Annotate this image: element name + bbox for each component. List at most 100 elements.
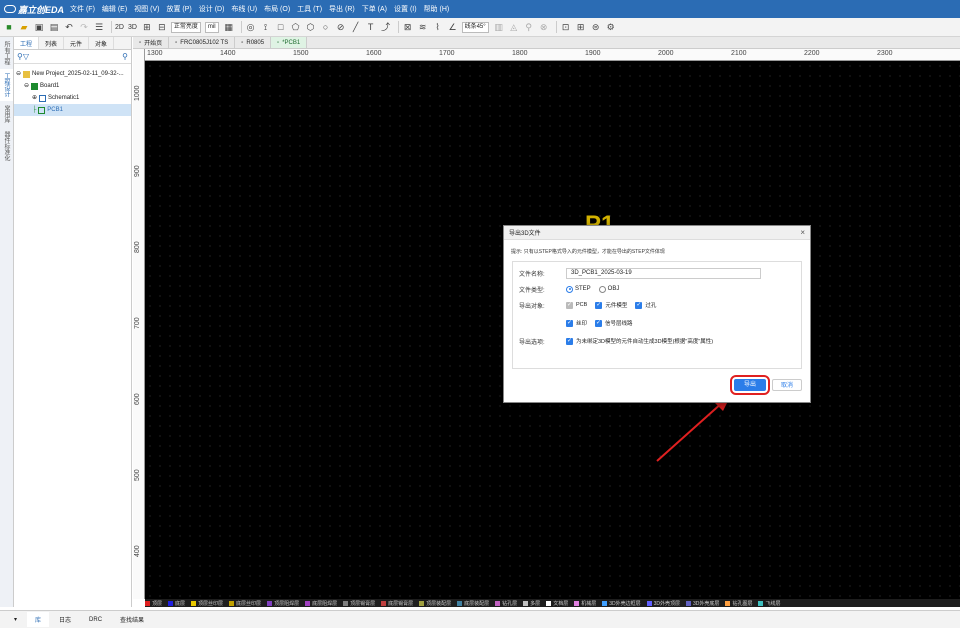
layer-item[interactable]: 底层 [168,600,185,607]
layer-item[interactable]: 底层丝印层 [229,600,261,607]
export-icon[interactable]: ⊞ [575,21,587,33]
panel-tab[interactable]: 列表 [39,37,65,49]
copper-icon[interactable]: ◬ [508,21,520,33]
snap-icon[interactable]: ▦ [223,21,235,33]
menu-item[interactable]: 编辑 (E) [102,4,127,14]
layer-item[interactable]: 3D外壳边框层 [602,600,641,607]
rect-icon[interactable]: □ [275,21,287,33]
angle-icon[interactable]: ∠ [447,21,459,33]
bottom-tab-find-results[interactable]: 查找结果 [112,612,152,627]
target-icon[interactable]: ◎ [245,21,257,33]
unit-select[interactable]: mil [204,21,219,33]
filename-input[interactable]: 3D_PCB1_2025-03-19 [566,267,761,279]
circle-icon[interactable]: ○ [320,21,332,33]
layer-item[interactable]: 顶层装配层 [419,600,451,607]
panel-tab[interactable]: 元件 [64,37,90,49]
tree-node-board[interactable]: ⊖ Board1 [14,80,131,92]
doc-tab[interactable]: ▫ FRC0805J102 TS [169,37,236,48]
doc-tab[interactable]: ▫ R0805 [235,37,272,48]
dimension-icon[interactable]: ⊠ [402,21,414,33]
angle-select[interactable]: 线条45° [461,21,489,33]
cancel-button[interactable]: 取消 [772,379,802,391]
menu-item[interactable]: 放置 (P) [166,4,191,14]
layer-item[interactable]: 钻孔层 [495,600,517,607]
filetype-obj-radio[interactable]: OBJ [598,285,619,293]
line-icon[interactable]: ╱ [350,21,362,33]
layer-item[interactable]: 飞线层 [758,600,780,607]
new-icon[interactable]: ■ [3,21,15,33]
brightness-select[interactable]: 正常亮度 [170,21,201,33]
tree-node-pcb[interactable]: ├ PCB1 [14,104,131,116]
netlist-icon[interactable]: ⊜ [590,21,602,33]
signal-layer-checkbox[interactable]: ✓ 信号层线路 [595,319,633,327]
no-connect-icon[interactable]: ⊘ [335,21,347,33]
fill-icon[interactable]: ⬡ [305,21,317,33]
layer-item[interactable]: 3D外壳底层 [686,600,719,607]
component-model-checkbox[interactable]: ✓ 元件模型 [595,301,627,309]
layers-icon[interactable]: ⊟ [156,21,168,33]
via-checkbox[interactable]: ✓ 过孔 [635,301,656,309]
save-all-icon[interactable]: ▤ [48,21,60,33]
tree-node-project[interactable]: ⊖ New Project_2025-02-11_09-32-... [14,68,131,80]
collapse-icon[interactable]: ⊖ [16,68,21,80]
lock-icon[interactable]: ⚲ [523,21,535,33]
layer-item[interactable]: 3D外壳顶层 [646,600,680,607]
undo-icon[interactable]: ↶ [63,21,75,33]
silkscreen-checkbox[interactable]: ✓ 丝印 [566,319,587,327]
auto-3d-model-checkbox[interactable]: ✓ 为未绑定3D模型的元件自动生成3D模型(根据"高度"属性) [566,337,713,345]
menu-item[interactable]: 工具 (T) [297,4,322,14]
text-icon[interactable]: T [365,21,377,33]
left-tab[interactable]: 所有工程 [0,37,13,69]
menu-item[interactable]: 文件 (F) [70,4,95,14]
left-tab[interactable]: 工程设计 [0,69,13,101]
route-icon[interactable]: ⤴ [380,21,392,33]
filetype-step-radio[interactable]: STEP [566,285,591,293]
menu-item[interactable]: 布线 (U) [231,4,257,14]
menu-item[interactable]: 下单 (A) [362,4,387,14]
layer-item[interactable]: 文档层 [546,600,568,607]
layer-item[interactable]: 机械层 [574,600,596,607]
layer-item[interactable]: 顶层丝印层 [191,600,223,607]
left-tab[interactable]: 常用库 [0,101,13,127]
diff-pair-icon[interactable]: ≋ [417,21,429,33]
hide-icon[interactable]: ⊗ [538,21,550,33]
layer-item[interactable]: 顶层锡膏层 [343,600,375,607]
bottom-tab-drc[interactable]: DRC [81,614,110,626]
filter-icon[interactable]: ⚲▽ [17,52,29,61]
settings-gear-icon[interactable]: ⚙ [605,21,617,33]
grid-icon[interactable]: ⊞ [141,21,153,33]
layer-item[interactable]: 底层阻焊层 [305,600,337,607]
layer-item[interactable]: 多层 [523,600,540,607]
align-icon[interactable]: ☰ [93,21,105,33]
layer-item[interactable]: 钻孔图层 [725,600,752,607]
length-icon[interactable]: ⌇ [432,21,444,33]
pin-icon[interactable]: ⟟ [260,21,272,33]
panel-tab[interactable]: 对象 [89,37,115,49]
layer-item[interactable]: 底层装配层 [457,600,489,607]
collapse-icon[interactable]: ⊖ [24,80,29,92]
bottom-collapse-icon[interactable]: ▾ [6,613,25,626]
menu-item[interactable]: 帮助 (H) [424,4,450,14]
open-folder-icon[interactable]: ▰ [18,21,30,33]
menu-item[interactable]: 布局 (O) [264,4,290,14]
view-3d-button[interactable]: 3D [128,24,137,31]
layer-item[interactable]: 底层锡膏层 [381,600,413,607]
save-icon[interactable]: ▣ [33,21,45,33]
bottom-tab-library[interactable]: 库 [27,612,50,627]
close-icon[interactable]: × [800,228,805,237]
menu-item[interactable]: 设计 (D) [199,4,225,14]
expand-icon[interactable]: ⊕ [32,92,37,104]
search-icon[interactable]: ⚲ [122,52,128,61]
export-button[interactable]: 导出 [730,375,770,395]
import-icon[interactable]: ⊡ [560,21,572,33]
left-tab[interactable]: 器件标准化 [0,127,13,165]
menu-item[interactable]: 设置 (I) [394,4,417,14]
polygon-icon[interactable]: ⬠ [290,21,302,33]
doc-tab[interactable]: ▫ 开始页 [133,37,170,48]
pcb-checkbox[interactable]: ✓ PCB [566,301,587,309]
bottom-tab-log[interactable]: 日志 [51,612,79,627]
view-2d-button[interactable]: 2D [115,24,124,31]
layer-item[interactable]: 顶层 [145,600,162,607]
panel-tab[interactable]: 工程 [14,37,40,49]
teardrop-icon[interactable]: ▥ [493,21,505,33]
